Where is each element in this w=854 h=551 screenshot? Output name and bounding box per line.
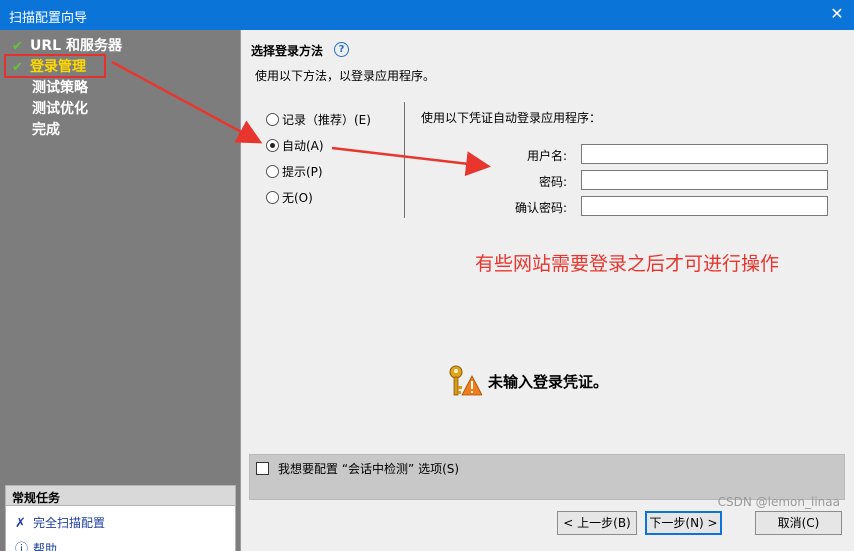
radio-label: 记录（推荐）(E) bbox=[282, 113, 371, 127]
main-panel: 选择登录方法 ? 使用以下方法，以登录应用程序。 记录（推荐）(E) 自动(A)… bbox=[240, 30, 854, 551]
radio-prompt[interactable]: 提示(P) bbox=[266, 164, 323, 182]
common-tasks-header: 常规任务 bbox=[6, 486, 235, 506]
help-icon: ⓘ bbox=[15, 542, 29, 551]
radio-button[interactable] bbox=[266, 139, 279, 152]
username-label: 用户名: bbox=[526, 149, 567, 163]
confirm-password-field[interactable] bbox=[581, 196, 828, 216]
step-url-server[interactable]: ✔ URL 和服务器 bbox=[12, 36, 122, 56]
radio-automatic[interactable]: 自动(A) bbox=[266, 138, 324, 156]
link-label: 帮助 bbox=[33, 542, 58, 551]
radio-label: 无(O) bbox=[282, 191, 313, 205]
radio-button[interactable] bbox=[266, 191, 279, 204]
help-link[interactable]: ⓘ 帮助 bbox=[15, 540, 57, 551]
vertical-divider bbox=[404, 102, 405, 218]
step-test-optimization[interactable]: 测试优化 bbox=[12, 99, 88, 119]
radio-none[interactable]: 无(O) bbox=[266, 190, 313, 208]
radio-button[interactable] bbox=[266, 113, 279, 126]
tools-icon: ✗ bbox=[15, 516, 26, 531]
wizard-sidebar: ✔ URL 和服务器 ✔ 登录管理 测试策略 测试优化 完成 常规任务 ✗ 完全扫描配… bbox=[0, 30, 240, 551]
step-label: 测试策略 bbox=[32, 80, 88, 96]
full-scan-config-link[interactable]: ✗ 完全扫描配置 bbox=[15, 514, 105, 532]
section-description: 使用以下方法，以登录应用程序。 bbox=[255, 69, 436, 83]
back-button[interactable]: < 上一步(B) bbox=[557, 511, 637, 535]
password-label: 密码: bbox=[538, 175, 567, 189]
confirm-password-label: 确认密码: bbox=[514, 201, 567, 215]
step-label: 完成 bbox=[32, 122, 60, 138]
step-finish[interactable]: 完成 bbox=[12, 120, 60, 140]
section-title: 选择登录方法 bbox=[251, 44, 324, 58]
common-tasks-panel: 常规任务 ✗ 完全扫描配置 ⓘ 帮助 bbox=[5, 485, 236, 551]
annotation-text: 有些网站需要登录之后才可进行操作 bbox=[475, 253, 780, 275]
next-button[interactable]: 下一步(N) > bbox=[645, 511, 722, 535]
key-warning-icon bbox=[449, 365, 482, 396]
session-detection-label: 我想要配置 “会话中检测” 选项(S) bbox=[278, 462, 460, 476]
session-option-box: 我想要配置 “会话中检测” 选项(S) bbox=[249, 454, 845, 500]
step-label: URL 和服务器 bbox=[30, 38, 122, 54]
step-test-policy[interactable]: 测试策略 bbox=[12, 78, 88, 98]
window-title: 扫描配置向导 bbox=[9, 11, 88, 26]
password-field[interactable] bbox=[581, 170, 828, 190]
radio-label: 自动(A) bbox=[282, 139, 324, 153]
step-highlight-box bbox=[4, 54, 106, 78]
cancel-button[interactable]: 取消(C) bbox=[755, 511, 842, 535]
radio-label: 提示(P) bbox=[282, 165, 323, 179]
radio-button[interactable] bbox=[266, 165, 279, 178]
help-icon[interactable]: ? bbox=[334, 42, 349, 57]
warning-text: 未输入登录凭证。 bbox=[488, 373, 609, 391]
session-detection-checkbox[interactable] bbox=[256, 462, 269, 475]
link-label: 完全扫描配置 bbox=[33, 516, 106, 530]
close-icon[interactable]: ✕ bbox=[828, 5, 846, 23]
title-bar: 扫描配置向导 ✕ bbox=[0, 0, 854, 30]
watermark: CSDN @lemon_linaa bbox=[717, 495, 840, 509]
step-label: 测试优化 bbox=[32, 101, 88, 117]
username-field[interactable] bbox=[581, 144, 828, 164]
radio-record[interactable]: 记录（推荐）(E) bbox=[266, 112, 371, 130]
credentials-description: 使用以下凭证自动登录应用程序： bbox=[421, 111, 602, 125]
